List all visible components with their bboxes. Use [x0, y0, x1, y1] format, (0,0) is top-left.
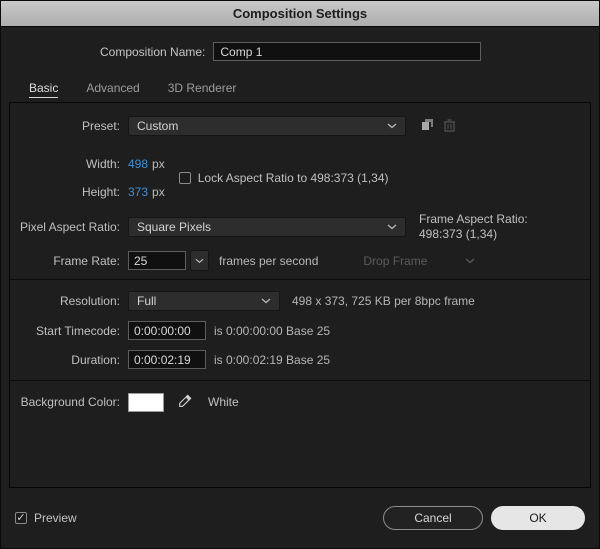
chevron-down-icon [261, 298, 271, 304]
dimensions-block: Width: 498 px Height: 373 px Lock Aspect… [10, 150, 590, 206]
frame-rate-input[interactable] [128, 251, 186, 270]
background-color-swatch[interactable] [128, 392, 164, 412]
resolution-value: Full [137, 294, 157, 308]
composition-name-label: Composition Name: [100, 44, 206, 59]
frame-rate-row: Frame Rate: frames per second Drop Frame [10, 250, 590, 271]
start-timecode-input[interactable] [128, 321, 206, 340]
section-divider [10, 380, 590, 381]
preview-label: Preview [34, 511, 77, 525]
chevron-down-icon [465, 258, 475, 264]
composition-name-input[interactable] [213, 42, 482, 61]
preview-checkbox[interactable]: ✓ [15, 512, 27, 524]
duration-row: Duration: is 0:00:02:19 Base 25 [10, 350, 590, 369]
width-value[interactable]: 498 [128, 157, 148, 171]
background-color-row: Background Color: White [10, 392, 590, 412]
chevron-down-icon [387, 224, 397, 230]
lock-aspect-ratio-checkbox[interactable] [178, 172, 191, 184]
width-row: Width: 498 px [10, 150, 165, 178]
pixel-aspect-ratio-label: Pixel Aspect Ratio: [19, 220, 120, 234]
preset-value: Custom [137, 119, 179, 133]
preset-row: Preset: Custom [10, 116, 590, 136]
drop-frame-dropdown: Drop Frame [363, 251, 475, 271]
height-value[interactable]: 373 [128, 185, 148, 199]
chevron-down-icon [195, 258, 204, 264]
start-timecode-label: Start Timecode: [35, 323, 120, 338]
dialog-titlebar[interactable]: Composition Settings [1, 1, 599, 27]
frame-aspect-ratio-info: Frame Aspect Ratio: 498:373 (1,34) [419, 212, 528, 242]
lock-aspect-ratio-control: Lock Aspect Ratio to 498:373 (1,34) [178, 171, 389, 185]
frame-rate-label: Frame Rate: [53, 253, 120, 268]
save-preset-button[interactable] [416, 116, 438, 136]
pixel-aspect-ratio-value: Square Pixels [137, 220, 212, 234]
height-unit: px [152, 185, 165, 199]
settings-tabs: Basic Advanced 3D Renderer [29, 81, 599, 102]
delete-preset-button[interactable] [438, 116, 460, 136]
pixel-aspect-ratio-row: Pixel Aspect Ratio: Square Pixels Frame … [10, 212, 590, 242]
frame-aspect-ratio-label: Frame Aspect Ratio: [419, 212, 528, 226]
cancel-button[interactable]: Cancel [383, 506, 483, 530]
tab-advanced[interactable]: Advanced [86, 81, 139, 102]
tab-basic[interactable]: Basic [29, 81, 59, 102]
start-timecode-row: Start Timecode: is 0:00:00:00 Base 25 [10, 321, 590, 340]
lock-aspect-ratio-label: Lock Aspect Ratio to 498:373 (1,34) [197, 171, 389, 185]
preset-label: Preset: [81, 119, 120, 133]
drop-frame-label: Drop Frame [363, 253, 428, 268]
height-row: Height: 373 px [10, 178, 165, 206]
frame-rate-unit: frames per second [219, 253, 319, 268]
section-divider [10, 279, 590, 280]
ok-button[interactable]: OK [491, 506, 585, 530]
frame-rate-preset-button[interactable] [190, 250, 209, 271]
duration-info: is 0:00:02:19 Base 25 [214, 352, 331, 367]
duration-label: Duration: [71, 352, 120, 367]
dialog-buttons: Cancel OK [383, 506, 585, 530]
tab-3d-renderer[interactable]: 3D Renderer [168, 81, 237, 102]
dialog-title: Composition Settings [232, 6, 368, 21]
dialog-footer: ✓ Preview Cancel OK [1, 488, 599, 548]
start-timecode-info: is 0:00:00:00 Base 25 [214, 323, 331, 338]
resolution-dropdown[interactable]: Full [128, 291, 280, 311]
resolution-label: Resolution: [59, 294, 120, 308]
background-color-name: White [208, 395, 239, 409]
eyedropper-icon [178, 393, 193, 411]
width-height-column: Width: 498 px Height: 373 px [10, 150, 165, 206]
height-label: Height: [81, 185, 120, 199]
pixel-aspect-ratio-dropdown[interactable]: Square Pixels [128, 217, 406, 237]
frame-aspect-ratio-value: 498:373 (1,34) [419, 227, 498, 241]
preview-control: ✓ Preview [15, 511, 77, 525]
check-icon: ✓ [16, 511, 26, 524]
chevron-down-icon [387, 123, 397, 129]
basic-tab-panel: Preset: Custom Width: 498 px Height: 373… [9, 102, 591, 488]
trash-icon [443, 118, 456, 135]
resolution-info: 498 x 373, 725 KB per 8bpc frame [292, 294, 475, 308]
duration-input[interactable] [128, 350, 206, 369]
background-color-label: Background Color: [20, 395, 120, 409]
save-preset-icon [420, 117, 435, 135]
composition-name-row: Composition Name: [100, 42, 599, 61]
composition-settings-dialog: Composition Settings Composition Name: B… [0, 0, 600, 549]
eyedropper-button[interactable] [174, 392, 196, 412]
width-label: Width: [85, 157, 120, 171]
width-unit: px [152, 157, 165, 171]
preset-dropdown[interactable]: Custom [128, 116, 406, 136]
resolution-row: Resolution: Full 498 x 373, 725 KB per 8… [10, 291, 590, 311]
